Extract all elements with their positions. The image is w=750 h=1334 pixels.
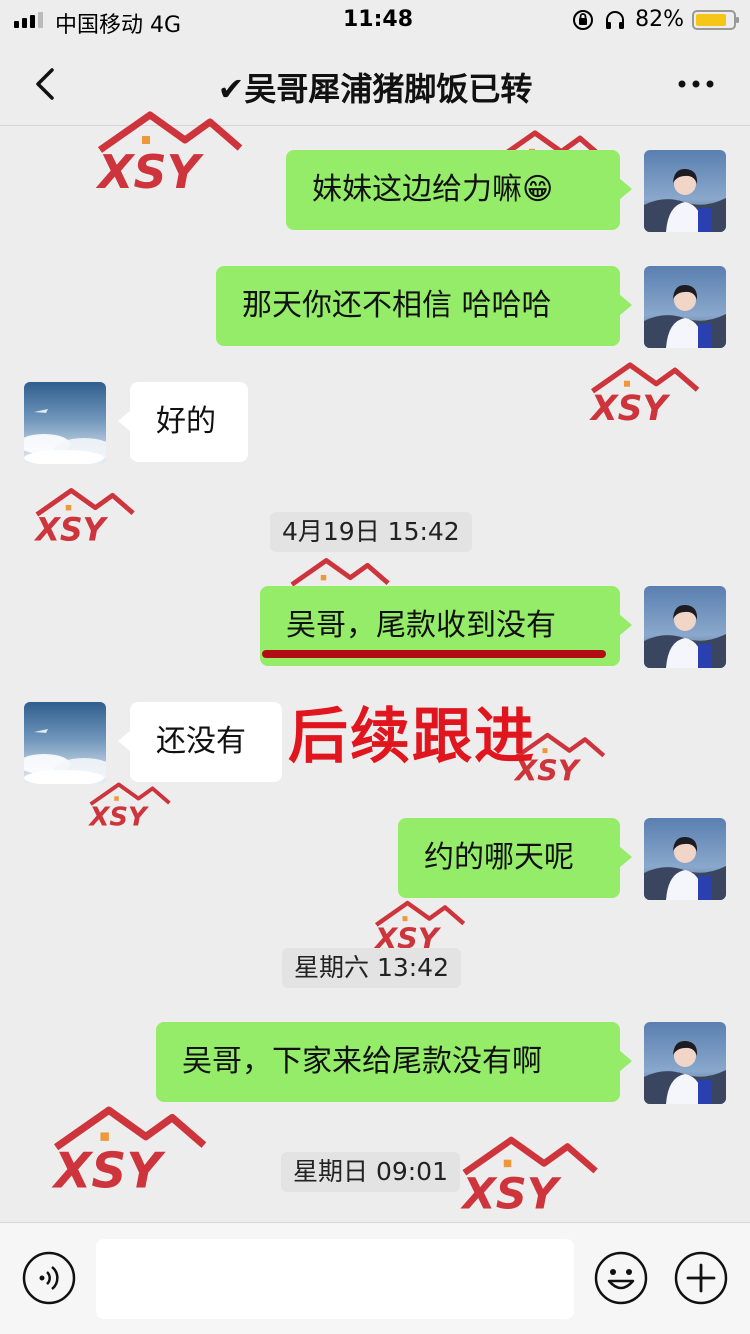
timestamp: 4月19日 15:42	[270, 512, 472, 552]
my-avatar[interactable]	[644, 266, 726, 348]
headphones-icon	[606, 10, 625, 29]
timestamp: 星期日 09:01	[281, 1152, 460, 1192]
input-bar	[0, 1222, 750, 1334]
message-text: 约的哪天呢	[424, 840, 574, 875]
message-text: 吴哥，下家来给尾款没有啊	[182, 1044, 542, 1079]
follow-up-annotation: 后续跟进	[288, 702, 536, 772]
my-avatar[interactable]	[644, 150, 726, 232]
plus-icon[interactable]	[674, 1251, 728, 1305]
rotation-lock-icon	[573, 9, 594, 30]
status-bar: 中国移动 4G 11:48 82%	[0, 0, 750, 42]
carrier-label: 中国移动 4G	[55, 13, 182, 38]
house-logo-icon	[90, 110, 250, 200]
my-avatar[interactable]	[644, 818, 726, 900]
clock: 11:48	[343, 7, 414, 32]
battery-percent: 82%	[635, 7, 684, 32]
message-bubble-sent[interactable]: 吴哥，下家来给尾款没有啊	[156, 1022, 632, 1102]
house-logo-icon	[30, 485, 140, 551]
my-avatar[interactable]	[644, 586, 726, 668]
house-logo-icon	[455, 1135, 605, 1220]
message-bubble-received[interactable]: 还没有	[118, 702, 282, 782]
ellipsis-icon[interactable]	[676, 64, 716, 104]
message-bubble-received[interactable]: 好的	[118, 382, 248, 462]
message-bubble-sent[interactable]: 那天你还不相信 哈哈哈	[216, 266, 632, 346]
house-logo-icon	[585, 360, 705, 430]
house-logo-icon	[45, 1105, 215, 1200]
chat-title: ✔吴哥犀浦猪脚饭已转	[217, 70, 533, 108]
contact-avatar[interactable]	[24, 382, 106, 464]
message-input[interactable]	[96, 1239, 574, 1319]
my-avatar[interactable]	[644, 1022, 726, 1104]
message-bubble-sent[interactable]: 约的哪天呢	[398, 818, 632, 898]
emoji-icon[interactable]	[594, 1251, 648, 1305]
message-bubble-sent[interactable]: 妹妹这边给力嘛😁	[286, 150, 632, 230]
message-text: 还没有	[156, 724, 246, 759]
contact-avatar[interactable]	[24, 702, 106, 784]
message-text: 那天你还不相信 哈哈哈	[242, 288, 552, 323]
message-text: 好的	[156, 404, 216, 439]
signal-icon	[14, 12, 43, 28]
highlight-underline	[262, 650, 606, 658]
battery-icon	[692, 9, 739, 30]
voice-icon[interactable]	[22, 1251, 76, 1305]
house-logo-icon	[85, 782, 172, 834]
timestamp: 星期六 13:42	[282, 948, 461, 988]
message-text: 吴哥，尾款收到没有	[286, 608, 556, 643]
message-text: 妹妹这边给力嘛😁	[312, 172, 554, 207]
